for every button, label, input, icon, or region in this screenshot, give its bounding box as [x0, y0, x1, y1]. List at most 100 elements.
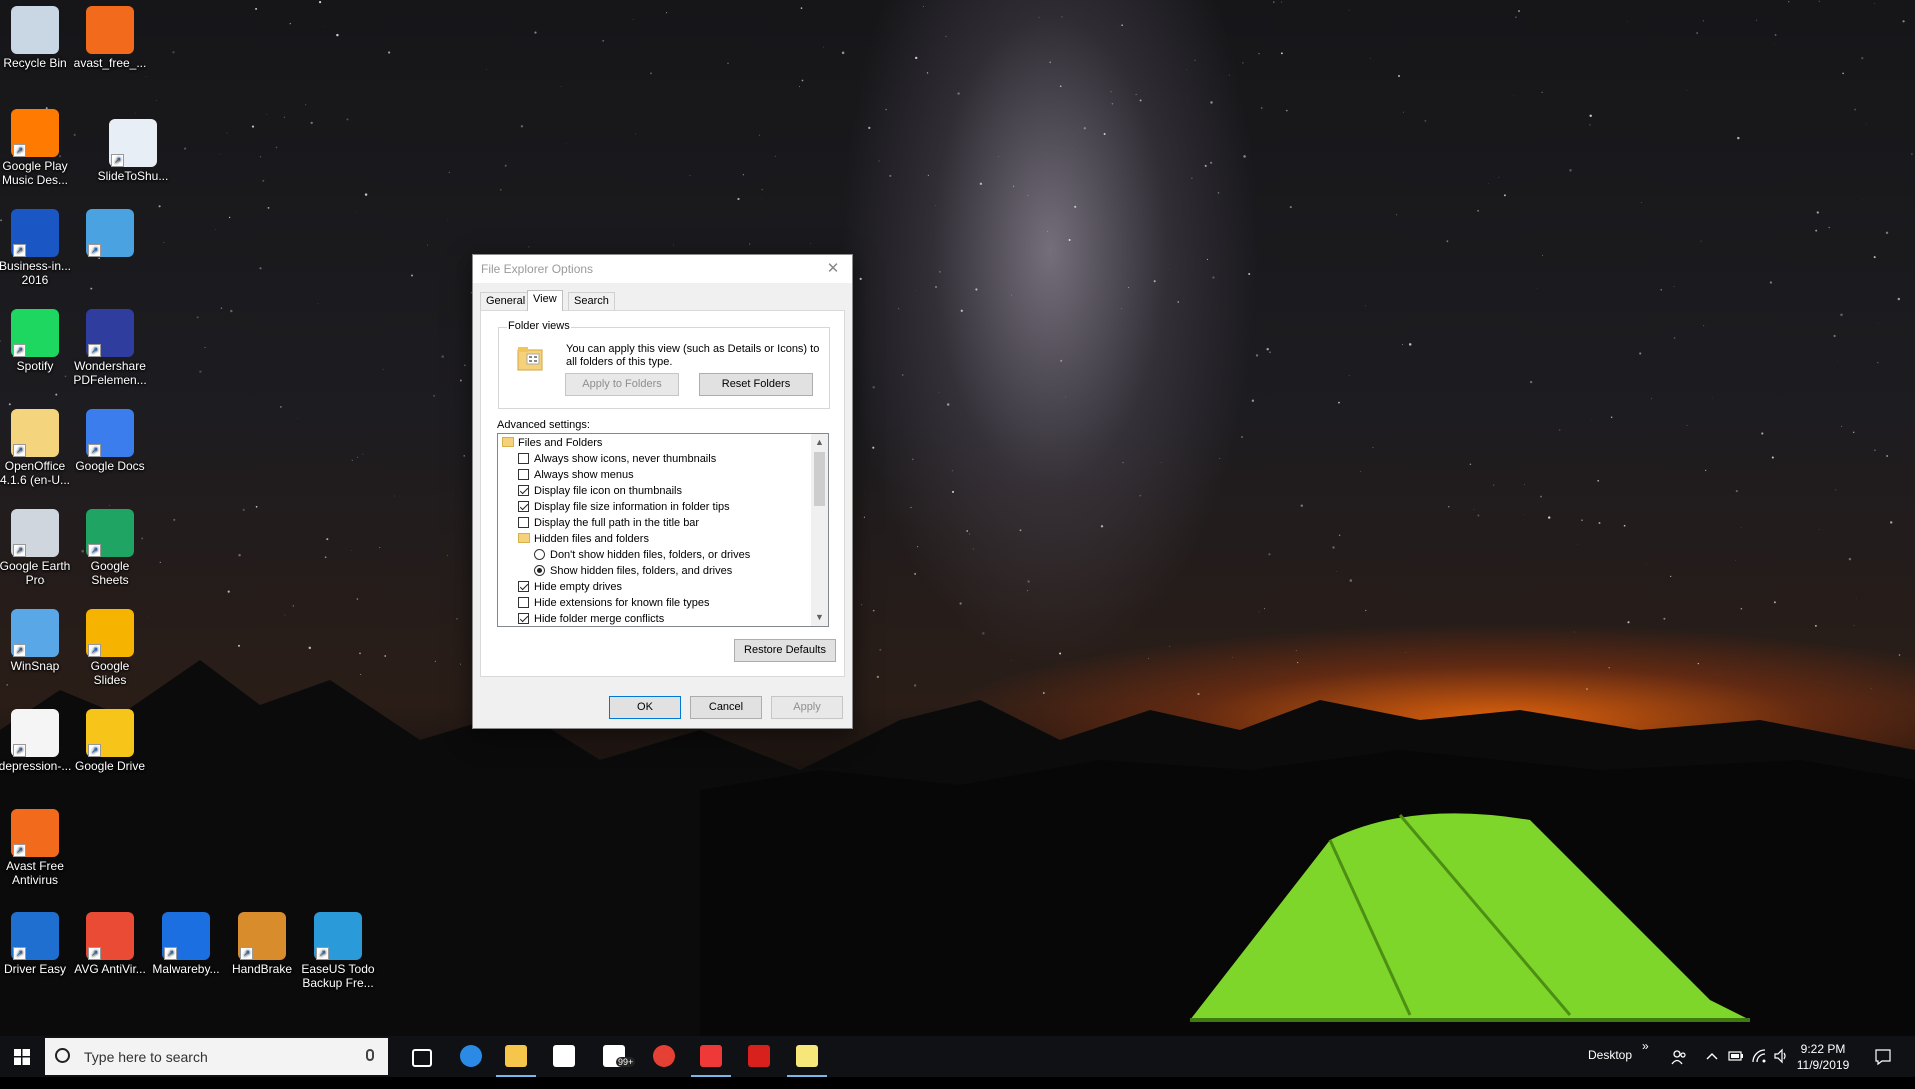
star — [427, 245, 428, 246]
star — [947, 403, 950, 406]
setting-checkbox[interactable] — [518, 485, 529, 496]
star — [1104, 133, 1106, 135]
star — [433, 395, 435, 397]
desktop-icon[interactable]: ↗Spotify — [0, 305, 73, 373]
desktop-icon[interactable]: ↗Avast Free Antivirus — [0, 805, 73, 887]
system-clock[interactable]: 9:22 PM 11/9/2019 — [1792, 1041, 1854, 1073]
apply-button[interactable]: Apply — [771, 696, 843, 719]
cancel-button[interactable]: Cancel — [690, 696, 762, 719]
star — [690, 175, 691, 176]
advanced-settings-list[interactable]: Files and FoldersAlways show icons, neve… — [497, 433, 829, 627]
microphone-icon[interactable] — [366, 1049, 374, 1061]
apply-to-folders-button[interactable]: Apply to Folders — [565, 373, 679, 396]
setting-radio[interactable] — [534, 565, 545, 576]
taskbar-app[interactable] — [397, 1036, 445, 1077]
dialog-titlebar[interactable]: File Explorer Options ✕ — [473, 255, 852, 283]
advanced-settings-scrollbar[interactable]: ▲ ▼ — [811, 434, 828, 626]
setting-checkbox[interactable] — [518, 501, 529, 512]
star — [1736, 490, 1738, 492]
setting-label: Display file icon on thumbnails — [534, 483, 682, 499]
desktop-icon[interactable]: ↗SlideToShu... — [95, 115, 171, 183]
setting-checkbox[interactable] — [518, 597, 529, 608]
desktop-icon[interactable]: ↗Wondershare PDFelemen... — [72, 305, 148, 387]
show-hidden-icons-chevron-icon[interactable] — [1706, 1051, 1718, 1061]
restore-defaults-button[interactable]: Restore Defaults — [734, 639, 836, 662]
tab-general[interactable]: General — [480, 292, 531, 310]
taskbar-app[interactable] — [687, 1036, 735, 1077]
desktop-icon[interactable]: ↗Business-in... 2016 — [0, 205, 73, 287]
star — [362, 454, 363, 455]
taskbar-app[interactable] — [735, 1036, 783, 1077]
desktop-icon[interactable]: ↗AVG AntiVir... — [72, 908, 148, 976]
taskbar-search-box[interactable]: Type here to search — [45, 1038, 388, 1075]
taskbar-app[interactable] — [640, 1036, 688, 1077]
setting-checkbox[interactable] — [518, 613, 529, 624]
desktop-icon[interactable]: ↗Malwareby... — [148, 908, 224, 976]
star — [1229, 75, 1230, 76]
toolbar-chevron-icon[interactable]: » — [1642, 1039, 1649, 1080]
desktop-icon[interactable]: ↗Google Sheets — [72, 505, 148, 587]
star — [325, 556, 327, 558]
star — [1205, 165, 1207, 167]
star — [255, 8, 257, 10]
star — [184, 148, 186, 150]
starfield — [0, 0, 1915, 700]
desktop-icon[interactable]: ↗HandBrake — [224, 908, 300, 976]
taskbar-app[interactable] — [492, 1036, 540, 1077]
reset-folders-button[interactable]: Reset Folders — [699, 373, 813, 396]
action-center-icon[interactable] — [1874, 1048, 1892, 1066]
star — [1761, 432, 1763, 434]
desktop-icon[interactable]: avast_free_... — [72, 2, 148, 70]
desktop-icon[interactable]: ↗OpenOffice 4.1.6 (en-U... — [0, 405, 73, 487]
scroll-down-icon[interactable]: ▼ — [811, 609, 828, 626]
desktop-icon[interactable]: ↗ — [72, 205, 148, 259]
shortcut-arrow-icon: ↗ — [240, 947, 253, 960]
star — [1674, 286, 1675, 287]
wifi-icon[interactable] — [1751, 1048, 1767, 1064]
taskbar-app[interactable]: 99+ — [590, 1036, 638, 1077]
scroll-thumb[interactable] — [814, 452, 825, 506]
people-icon[interactable] — [1670, 1048, 1688, 1066]
start-button[interactable] — [0, 1036, 44, 1077]
taskbar-app[interactable] — [447, 1036, 495, 1077]
close-icon[interactable]: ✕ — [818, 257, 848, 281]
desktop-icon[interactable]: ↗Google Drive — [72, 705, 148, 773]
tab-search[interactable]: Search — [568, 292, 615, 310]
star — [1524, 484, 1525, 485]
desktop-icon[interactable]: ↗Driver Easy — [0, 908, 73, 976]
view-tab-panel: Folder views You can apply this view (su… — [480, 310, 845, 677]
setting-label: Always show icons, never thumbnails — [534, 451, 716, 467]
star — [1874, 449, 1875, 450]
desktop-toolbar-label[interactable]: Desktop — [1588, 1048, 1632, 1089]
desktop-icon[interactable]: ↗Google Docs — [72, 405, 148, 473]
setting-checkbox[interactable] — [518, 469, 529, 480]
star — [1349, 10, 1350, 11]
scroll-up-icon[interactable]: ▲ — [811, 434, 828, 451]
ok-button[interactable]: OK — [609, 696, 681, 719]
setting-radio[interactable] — [534, 549, 545, 560]
desktop-icon[interactable]: ↗WinSnap — [0, 605, 73, 673]
star — [923, 6, 924, 7]
setting-checkbox[interactable] — [518, 581, 529, 592]
taskbar-app[interactable] — [783, 1036, 831, 1077]
desktop-icon[interactable]: ↗Google Earth Pro — [0, 505, 73, 587]
star — [602, 40, 604, 42]
star — [1360, 471, 1361, 472]
desktop-icon[interactable]: Recycle Bin — [0, 2, 73, 70]
star — [743, 174, 744, 175]
desktop-icon[interactable]: ↗Google Slides — [72, 605, 148, 687]
volume-icon[interactable] — [1773, 1048, 1789, 1064]
tab-view[interactable]: View — [527, 290, 563, 311]
desktop-icon[interactable]: ↗EaseUS Todo Backup Fre... — [300, 908, 376, 990]
taskbar-app[interactable] — [540, 1036, 588, 1077]
setting-checkbox[interactable] — [518, 453, 529, 464]
desktop-icon-label: Google Earth Pro — [0, 559, 73, 587]
setting-checkbox[interactable] — [518, 517, 529, 528]
battery-icon[interactable] — [1728, 1049, 1744, 1063]
star — [1886, 455, 1888, 457]
star — [411, 275, 413, 277]
desktop-icon[interactable]: ↗depression-... — [0, 705, 73, 773]
google-sheets-icon: ↗ — [86, 509, 134, 557]
desktop-icon[interactable]: ↗Google Play Music Des... — [0, 105, 73, 187]
star — [227, 132, 228, 133]
